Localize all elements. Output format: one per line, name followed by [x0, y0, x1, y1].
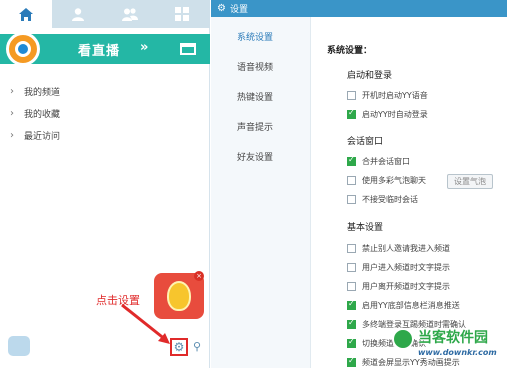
group-title-chat-window: 会话窗口: [347, 137, 384, 147]
option-label: 开机时启动YY语音: [362, 91, 428, 100]
option-bottom-bar-push[interactable]: 启用YY底部信息栏消息推送: [347, 299, 460, 311]
gear-icon: ⚙: [173, 340, 185, 354]
option-label: 启用YY底部信息栏消息推送: [362, 301, 460, 310]
checkbox[interactable]: [347, 318, 356, 329]
window-icon[interactable]: [180, 43, 196, 55]
nav-item-recent[interactable]: › 最近访问: [0, 124, 210, 146]
main-panel: 看直播 » › 我的频道 › 我的收藏 › 最近访问 × 点击设置 ⚙ ⚲: [0, 0, 210, 368]
search-icon[interactable]: ⚲: [193, 340, 201, 353]
option-merge-chat-windows[interactable]: 合并会话窗口: [347, 155, 410, 167]
watermark-url: www.downkr.com: [418, 348, 497, 357]
nav-item-label: 最近访问: [24, 131, 61, 142]
settings-titlebar: ⚙ 设置: [211, 0, 507, 17]
chevron-right-icon: ›: [10, 85, 14, 97]
option-label: 合并会话窗口: [362, 157, 410, 166]
live-banner-label: 看直播: [78, 44, 121, 59]
close-icon[interactable]: ×: [194, 271, 204, 281]
nav-item-label: 我的收藏: [24, 109, 61, 120]
checkbox[interactable]: [347, 176, 356, 185]
settings-sidebar: 系统设置 语音视频 热键设置 声音提示 好友设置: [211, 17, 311, 368]
nav-item-label: 我的频道: [24, 87, 61, 98]
watermark-title: 当客软件园: [418, 330, 488, 346]
checkbox[interactable]: [347, 108, 356, 119]
gear-icon: ⚙: [217, 3, 226, 14]
sidebar-item-voice-video[interactable]: 语音视频: [237, 60, 273, 73]
annotation-text: 点击设置: [96, 294, 140, 307]
double-chevron-icon: »: [140, 40, 149, 55]
checkbox[interactable]: [347, 282, 356, 291]
egg-icon: [167, 281, 191, 311]
checkbox[interactable]: [347, 244, 356, 253]
option-auto-login[interactable]: 启动YY时自动登录: [347, 108, 428, 120]
nav-item-my-channels[interactable]: › 我的频道: [0, 80, 210, 102]
checkbox[interactable]: [347, 155, 356, 166]
top-tab-bar: [0, 0, 210, 28]
sidebar-item-hotkeys[interactable]: 热键设置: [237, 90, 273, 103]
option-reject-temp-chat[interactable]: 不接受临时会话: [347, 194, 418, 205]
sidebar-item-sound[interactable]: 声音提示: [237, 120, 273, 133]
option-label: 用户离开频道时文字提示: [362, 282, 450, 291]
set-bubble-button[interactable]: 设置气泡: [447, 174, 493, 189]
yy-logo-icon: [6, 32, 40, 66]
checkbox[interactable]: [347, 91, 356, 100]
settings-window: ⚙ 设置 系统设置 语音视频 热键设置 声音提示 好友设置 系统设置： 启动和登…: [211, 0, 507, 368]
sidebar-item-system[interactable]: 系统设置: [237, 30, 273, 43]
settings-gear-button[interactable]: ⚙: [170, 338, 188, 356]
page-title: 系统设置：: [327, 46, 373, 56]
checkbox[interactable]: [347, 195, 356, 204]
nav-item-my-favorites[interactable]: › 我的收藏: [0, 102, 210, 124]
option-label: 不接受临时会话: [362, 195, 418, 204]
checkbox[interactable]: [347, 299, 356, 310]
option-colorful-bubbles[interactable]: 使用多彩气泡聊天: [347, 175, 426, 186]
option-label: 用户进入频道时文字提示: [362, 263, 450, 272]
group-title-basic: 基本设置: [347, 223, 384, 233]
home-icon: [19, 7, 33, 21]
option-label: 禁止别人邀请我进入频道: [362, 244, 450, 253]
watermark-logo-icon: [392, 328, 414, 350]
site-watermark: 当客软件园 www.downkr.com: [392, 326, 504, 366]
live-banner[interactable]: 看直播 »: [0, 32, 210, 66]
checkbox[interactable]: [347, 356, 356, 367]
chevron-right-icon: ›: [10, 129, 14, 141]
option-block-invites[interactable]: 禁止别人邀请我进入频道: [347, 243, 450, 254]
settings-title: 设置: [229, 5, 248, 15]
option-label: 启动YY时自动登录: [362, 110, 428, 119]
option-autostart-on-boot[interactable]: 开机时启动YY语音: [347, 90, 428, 101]
people-icon: [122, 8, 138, 21]
group-title-startup: 启动和登录: [347, 71, 393, 81]
checkbox[interactable]: [347, 337, 356, 348]
sidebar-item-friends[interactable]: 好友设置: [237, 150, 273, 163]
app-box-icon[interactable]: [8, 336, 30, 356]
grid-icon: [175, 7, 189, 21]
tab-groups[interactable]: [104, 0, 156, 28]
channel-nav: › 我的频道 › 我的收藏 › 最近访问: [0, 80, 210, 146]
chevron-right-icon: ›: [10, 107, 14, 119]
tab-contacts[interactable]: [52, 0, 104, 28]
person-icon: [72, 8, 84, 21]
tab-apps[interactable]: [156, 0, 208, 28]
checkbox[interactable]: [347, 263, 356, 272]
option-label: 使用多彩气泡聊天: [362, 176, 426, 185]
tab-home[interactable]: [0, 0, 52, 28]
option-user-leave-notice[interactable]: 用户离开频道时文字提示: [347, 281, 450, 292]
option-user-enter-notice[interactable]: 用户进入频道时文字提示: [347, 262, 450, 273]
